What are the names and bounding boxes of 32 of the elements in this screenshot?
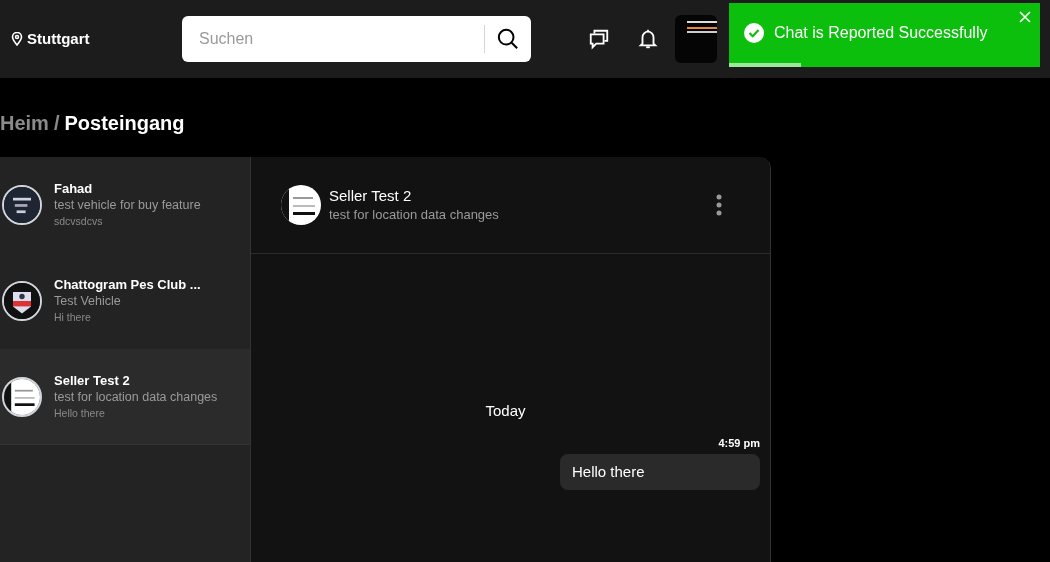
breadcrumb-item[interactable]: Heim [0,108,49,138]
more-options-button[interactable] [714,193,724,217]
search-icon [496,28,519,50]
breadcrumb-separator: / [53,111,60,136]
chat-subject: test for location data changes [329,206,500,224]
conversation-item[interactable]: Chattogram Pes Club ... Test Vehicle Hi there [0,253,250,349]
check-circle-icon [744,23,764,43]
kebab-menu-icon [716,194,722,216]
message-time: 4:59 pm [718,435,760,451]
vehicle-subject: Test Vehicle [54,293,122,309]
location-pin-icon [11,32,23,46]
chat-bubbles-icon [588,28,610,50]
location-label[interactable]: Stuttgart [27,27,90,51]
chat-contact-name: Seller Test 2 [329,186,413,206]
conversation-item[interactable]: Seller Test 2 test for location data changes Hello there [0,349,250,445]
last-message: Hi there [54,310,92,325]
last-message: Hello there [54,405,106,421]
contact-name: Chattogram Pes Club ... [54,276,201,293]
conversation-item[interactable]: Fahad test vehicle for buy feature sdcvsdcvs [0,157,250,253]
contact-name: Fahad [54,180,94,197]
vehicle-subject: test vehicle for buy feature [54,197,201,213]
last-message: sdcvsdcvs [54,214,104,229]
search-button[interactable] [484,16,531,62]
vehicle-subject: test for location data changes [54,388,218,405]
bell-icon [637,28,659,50]
search-field[interactable]: Suchen [182,16,484,62]
date-divider: Today [485,401,526,421]
close-icon [1019,11,1031,23]
breadcrumb-item: Posteingang [64,111,185,136]
contact-name: Seller Test 2 [54,371,131,389]
message-bubble: Hello there [560,454,760,490]
toast-message: Chat is Reported Successfully [774,23,988,43]
